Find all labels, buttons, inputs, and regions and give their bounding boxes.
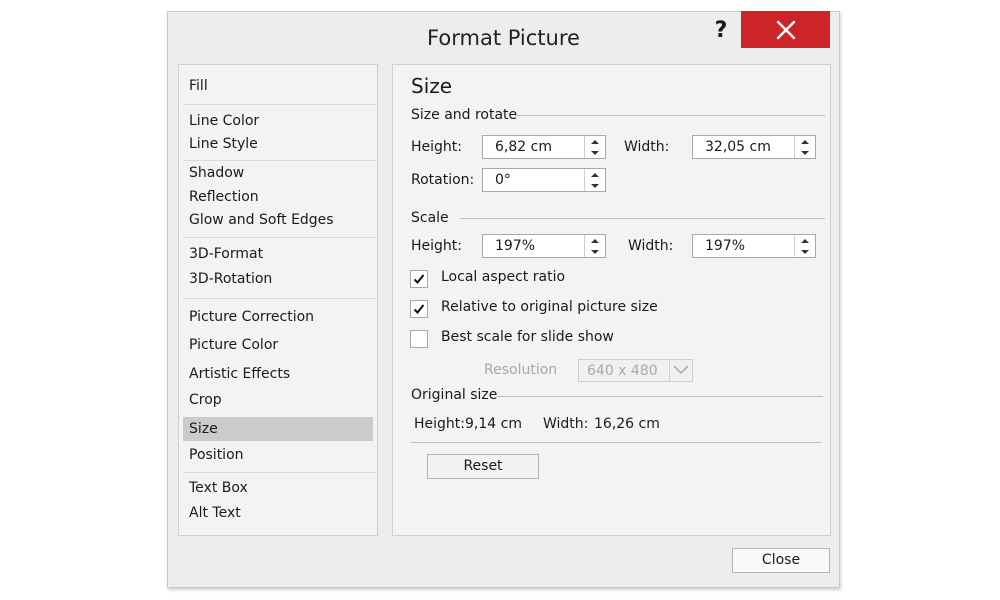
height-decrease-button[interactable] [585,147,605,158]
nav-item-crop[interactable]: Crop [189,391,222,409]
nav-item-picture-color[interactable]: Picture Color [189,336,278,354]
nav-item-fill[interactable]: Fill [189,77,208,95]
scale-height-increase-button[interactable] [585,235,605,246]
scale-width-label: Width: [628,238,674,254]
scale-height-spin-arrows [584,235,605,257]
chevron-down-icon [591,250,599,254]
lock-aspect-ratio-checkbox[interactable] [410,270,428,288]
chevron-up-icon [801,140,809,144]
scale-height-decrease-button[interactable] [585,246,605,257]
help-button[interactable]: ? [712,18,730,43]
height-spin-arrows [584,136,605,158]
section-scale-label: Scale [411,210,449,226]
original-height-value: 9,14 cm [465,416,522,432]
chevron-down-icon [801,250,809,254]
close-x-icon [776,20,795,39]
resolution-dropdown[interactable]: 640 x 480 [578,359,693,382]
size-panel: Size Size and rotate Height: 6,82 cm Wid… [392,64,831,536]
section-original-size-label: Original size [411,387,498,403]
close-button[interactable]: Close [732,548,830,573]
checkmark-icon [413,304,425,314]
chevron-down-icon [591,151,599,155]
close-window-button[interactable] [741,11,830,48]
width-label: Width: [624,139,670,155]
nav-item-3d-format[interactable]: 3D-Format [189,245,263,263]
scale-width-decrease-button[interactable] [795,246,815,257]
original-height-label: Height: [414,416,465,432]
nav-item-shadow[interactable]: Shadow [189,164,244,182]
relative-to-original-label[interactable]: Relative to original picture size [441,299,658,315]
nav-divider [183,237,377,238]
scale-width-increase-button[interactable] [795,235,815,246]
rotation-value[interactable]: 0° [495,172,511,188]
resolution-value: 640 x 480 [587,363,658,379]
height-increase-button[interactable] [585,136,605,147]
nav-item-line-color[interactable]: Line Color [189,112,259,130]
width-increase-button[interactable] [795,136,815,147]
reset-button[interactable]: Reset [427,454,539,479]
rotation-spinner[interactable]: 0° [482,168,606,192]
nav-divider [183,104,377,105]
section-divider [515,115,825,116]
rotation-label: Rotation: [411,172,475,188]
section-divider [411,442,821,443]
rotation-decrease-button[interactable] [585,180,605,191]
nav-item-picture-correction[interactable]: Picture Correction [189,308,314,326]
checkmark-icon [413,274,425,284]
original-width-value: 16,26 cm [594,416,660,432]
chevron-up-icon [591,140,599,144]
scale-height-spinner[interactable]: 197% [482,234,606,258]
nav-item-3d-rotation[interactable]: 3D-Rotation [189,270,272,288]
lock-aspect-ratio-label[interactable]: Local aspect ratio [441,269,565,285]
width-spinner[interactable]: 32,05 cm [692,135,816,159]
height-spinner[interactable]: 6,82 cm [482,135,606,159]
scale-height-value[interactable]: 197% [495,238,535,254]
resolution-dropdown-arrow[interactable] [669,360,692,381]
chevron-down-icon [673,365,689,375]
nav-item-artistic-effects[interactable]: Artistic Effects [189,365,290,383]
chevron-down-icon [801,151,809,155]
nav-item-alt-text[interactable]: Alt Text [189,504,241,522]
scale-height-label: Height: [411,238,462,254]
nav-item-text-box[interactable]: Text Box [189,479,248,497]
category-list: Fill Line Color Line Style Shadow Reflec… [178,64,378,536]
resolution-label: Resolution [484,362,558,378]
format-picture-dialog: Format Picture ? Fill Line Color Line St… [167,11,840,588]
chevron-down-icon [591,184,599,188]
width-decrease-button[interactable] [795,147,815,158]
best-scale-label[interactable]: Best scale for slide show [441,329,614,345]
rotation-increase-button[interactable] [585,169,605,180]
original-width-label: Width: [543,416,589,432]
rotation-spin-arrows [584,169,605,191]
scale-width-spin-arrows [794,235,815,257]
nav-item-reflection[interactable]: Reflection [189,188,259,206]
dialog-title: Format Picture [427,26,580,50]
height-label: Height: [411,139,462,155]
scale-width-value[interactable]: 197% [705,238,745,254]
chevron-up-icon [591,239,599,243]
nav-item-size[interactable]: Size [189,420,218,438]
relative-to-original-checkbox[interactable] [410,300,428,318]
width-spin-arrows [794,136,815,158]
best-scale-checkbox[interactable] [410,330,428,348]
nav-item-glow-soft-edges[interactable]: Glow and Soft Edges [189,211,334,229]
nav-divider [183,472,377,473]
chevron-up-icon [801,239,809,243]
width-value[interactable]: 32,05 cm [705,139,771,155]
chevron-up-icon [591,173,599,177]
nav-item-position[interactable]: Position [189,446,244,464]
section-divider [460,218,825,219]
nav-divider [183,298,377,299]
nav-item-line-style[interactable]: Line Style [189,135,258,153]
section-divider [497,396,823,397]
height-value[interactable]: 6,82 cm [495,139,552,155]
scale-width-spinner[interactable]: 197% [692,234,816,258]
section-size-rotate-label: Size and rotate [411,107,518,123]
nav-divider [183,160,377,161]
panel-heading: Size [411,74,453,98]
